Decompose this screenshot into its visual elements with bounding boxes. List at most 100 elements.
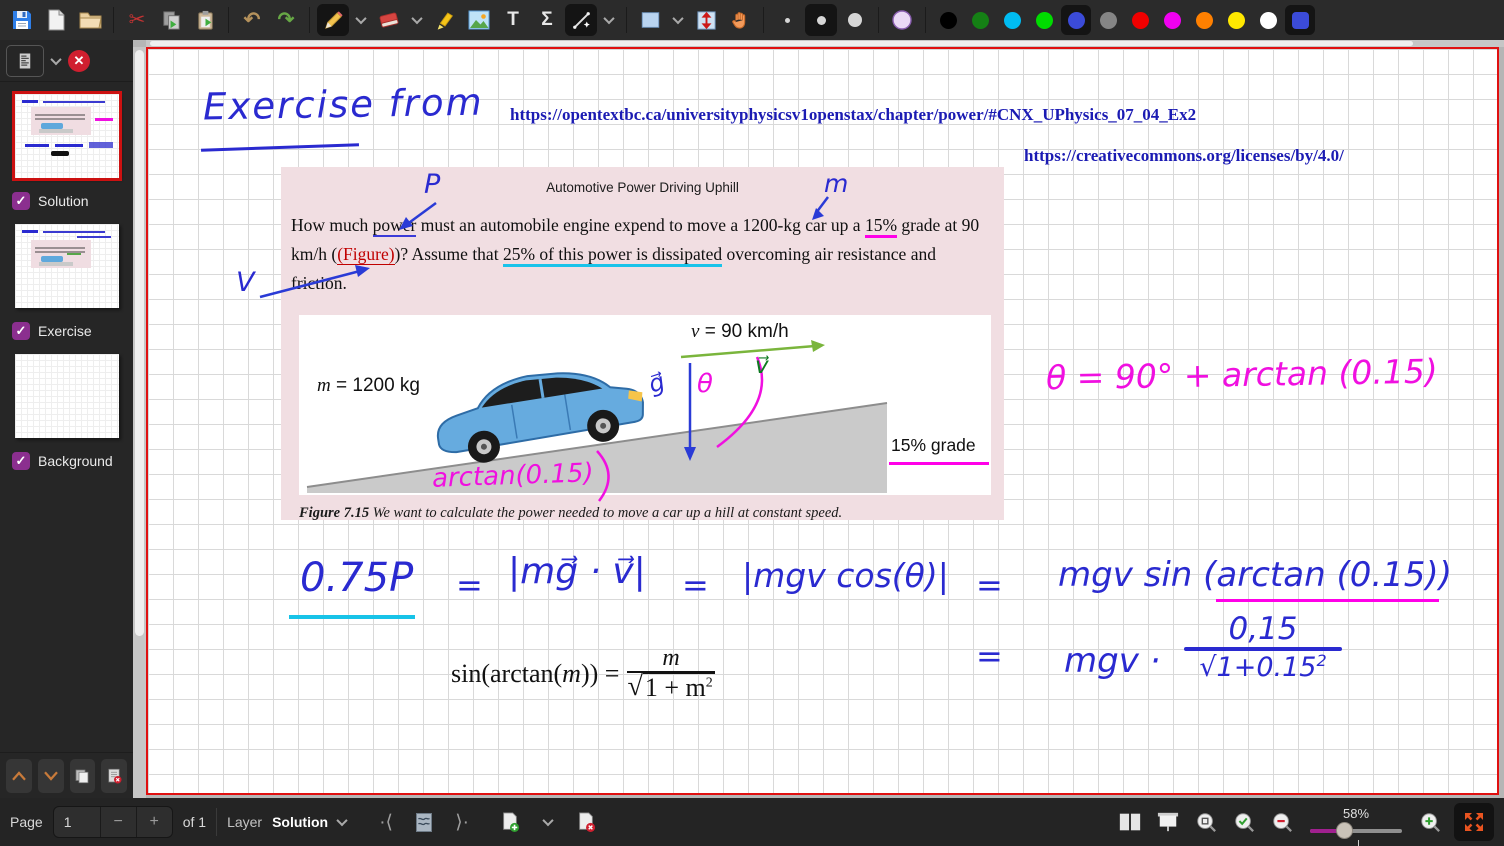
cut-button[interactable]: ✂ [121,4,153,36]
shape-options-dropdown[interactable] [599,4,619,36]
dual-page-view-button[interactable] [1116,806,1144,838]
toolbar-separator [763,7,764,33]
grade-underline [889,462,989,465]
layer-row-background[interactable]: ✓ Background [4,446,129,480]
layer-preview-solution[interactable] [15,94,119,178]
layer-dropdown-value[interactable]: Solution [272,814,328,830]
math-tex-button[interactable]: Σ [531,4,563,36]
redo-button[interactable]: ↷ [270,4,302,36]
vscroll-thumb[interactable] [135,50,144,636]
color-swatch-gray[interactable] [1093,5,1123,35]
color-swatch-darkgreen[interactable] [965,5,995,35]
vertical-scrollbar[interactable] [133,47,146,798]
color-swatch-red[interactable] [1125,5,1155,35]
add-page-options-dropdown[interactable] [534,806,562,838]
pen-options-dropdown[interactable] [351,4,371,36]
new-file-icon [45,8,67,32]
insert-image-button[interactable] [463,4,495,36]
text-tool-button[interactable]: T [497,4,529,36]
zoom-out-button[interactable] [1268,806,1296,838]
paste-button[interactable] [189,4,221,36]
hscroll-thumb[interactable] [150,41,1413,46]
color-swatch-blue-selected[interactable] [1061,5,1091,35]
latex-formula: sin(arctan(m)) = m √1 + m2 [451,645,715,702]
mini-typed-formula [51,151,69,156]
new-document-button[interactable] [40,4,72,36]
zoom-original-button[interactable] [1192,806,1220,838]
custom-color-button[interactable] [1285,5,1315,35]
statusbar-separator [216,808,217,836]
eraser-tool-button[interactable] [373,4,405,36]
open-file-button[interactable] [74,4,106,36]
layer-preview-exercise[interactable] [15,224,119,308]
presentation-mode-button[interactable] [1154,806,1182,838]
gray-swatch-icon [1100,12,1117,29]
checkbox-checked-icon[interactable]: ✓ [12,452,30,470]
fullscreen-button[interactable] [1454,803,1494,841]
highlighter-tool-button[interactable] [429,4,461,36]
vertical-space-icon [695,9,718,32]
prev-page-icon: ·⟨ [379,811,393,834]
color-swatch-black[interactable] [933,5,963,35]
color-swatch-white[interactable] [1253,5,1283,35]
move-layer-up-button[interactable] [6,759,32,793]
add-page-button[interactable] [496,806,524,838]
zoom-slider-knob[interactable] [1336,822,1353,839]
layer-preview-background[interactable] [15,354,119,438]
color-swatch-yellow[interactable] [1221,5,1251,35]
layer-row-solution[interactable]: ✓ Solution [4,186,129,220]
delete-layer-button[interactable] [101,759,127,793]
sidebar-dropdown-chevron[interactable] [50,53,61,64]
sidebar-close-button[interactable]: ✕ [68,50,90,72]
rect-select-button[interactable] [634,4,666,36]
horizontal-scrollbar[interactable] [146,40,1504,47]
select-options-dropdown[interactable] [668,4,688,36]
zoom-in-button[interactable] [1416,806,1444,838]
color-swatch-magenta[interactable] [1157,5,1187,35]
rect-select-icon [639,9,662,31]
shape-recognizer-button[interactable] [565,4,597,36]
prev-annotated-page-button[interactable]: ·⟨ [372,806,400,838]
problem-screenshot: Automotive Power Driving Uphill How much… [281,167,1004,520]
line-width-medium-button[interactable] [805,4,837,36]
chevron-down-icon [411,13,422,24]
layer-dropdown-chevron[interactable] [336,815,347,826]
status-bar: Page − + of 1 Layer Solution ·⟨ ⟩· [0,798,1504,846]
color-swatch-green[interactable] [1029,5,1059,35]
color-chooser-button[interactable] [886,4,918,36]
checkbox-checked-icon[interactable]: ✓ [12,192,30,210]
delete-page-button[interactable] [572,806,600,838]
open-folder-icon [78,9,103,31]
move-layer-down-button[interactable] [38,759,64,793]
line-width-thick-button[interactable] [839,4,871,36]
xournal-app-window: ✂ ↶ ↷ [0,0,1504,846]
page-number-input[interactable] [54,807,100,837]
document-page[interactable]: Exercise from https://opentextbc.ca/univ… [146,47,1499,795]
layer-row-exercise[interactable]: ✓ Exercise [4,316,129,350]
checkbox-checked-icon[interactable]: ✓ [12,322,30,340]
hand-tool-button[interactable] [724,4,756,36]
undo-button[interactable]: ↶ [236,4,268,36]
yellow-swatch-icon [1228,12,1245,29]
color-swatch-cyan[interactable] [997,5,1027,35]
page-decrement-button[interactable]: − [100,807,136,837]
layers-sidebar: ✕ ✓ So [0,40,133,798]
save-button[interactable] [6,4,38,36]
grade-label: 15% grade [891,435,976,456]
page-increment-button[interactable]: + [136,807,172,837]
zoom-slider[interactable] [1310,822,1402,838]
vertical-space-button[interactable] [690,4,722,36]
cyan-swatch-icon [1004,12,1021,29]
pen-tool-button[interactable] [317,4,349,36]
shape-recognizer-icon [570,9,593,32]
page-preview-button[interactable] [410,806,438,838]
mini-stroke [22,230,38,233]
copy-layer-button[interactable] [70,759,96,793]
copy-button[interactable] [155,4,187,36]
sidebar-mode-button[interactable] [6,45,44,77]
color-swatch-orange[interactable] [1189,5,1219,35]
next-annotated-page-button[interactable]: ⟩· [448,806,476,838]
eraser-options-dropdown[interactable] [407,4,427,36]
zoom-fit-button[interactable] [1230,806,1258,838]
line-width-fine-button[interactable] [771,4,803,36]
